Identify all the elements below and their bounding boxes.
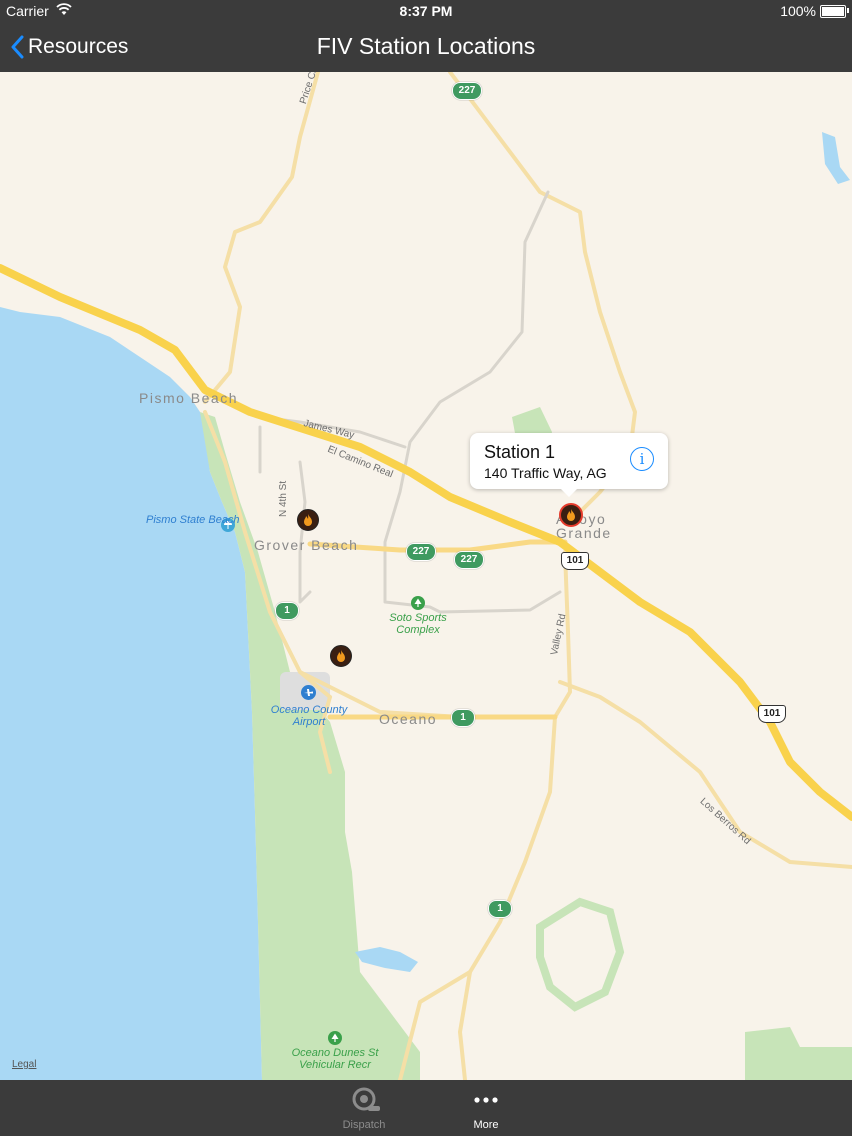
park-tree-icon	[411, 596, 425, 610]
flame-icon	[337, 650, 345, 662]
battery-percent: 100%	[780, 3, 816, 19]
fire-station-pin[interactable]	[297, 509, 319, 531]
route-shield-1: 1	[451, 709, 475, 727]
park-south	[536, 897, 625, 1012]
station-callout[interactable]: Station 1 140 Traffic Way, AG i	[470, 433, 668, 497]
town-label-oceano: Oceano	[379, 711, 438, 727]
tab-dispatch-label: Dispatch	[342, 1119, 386, 1131]
alarm-bell-icon	[352, 1087, 380, 1111]
map-base-layer	[0, 72, 852, 1080]
poi-label-oceano-dunes: Oceano Dunes St Vehicular Recr	[291, 1047, 379, 1071]
info-icon[interactable]: i	[630, 447, 654, 471]
route-shield-227: 227	[454, 551, 484, 569]
park-southeast	[745, 1027, 852, 1080]
status-bar: Carrier 8:37 PM 100%	[0, 0, 852, 22]
tab-bar: Dispatch More	[0, 1080, 852, 1136]
flame-icon	[567, 509, 575, 521]
street-label-n-4th-st: N 4th St	[278, 480, 289, 517]
fire-station-pin[interactable]	[330, 645, 352, 667]
route-shield-1: 1	[488, 900, 512, 918]
route-shield-101: 101	[561, 552, 589, 570]
flame-icon	[304, 514, 312, 526]
more-dots-icon	[474, 1097, 498, 1103]
battery-icon	[820, 5, 846, 18]
poi-label-pismo-state-beach: Pismo State Beach	[146, 514, 240, 526]
town-label-pismo-beach: Pismo Beach	[139, 390, 238, 406]
page-title: FIV Station Locations	[316, 33, 536, 59]
navigation-bar: Resources FIV Station Locations	[0, 22, 852, 72]
legal-link[interactable]: Legal	[12, 1059, 36, 1070]
route-shield-227: 227	[406, 543, 436, 561]
town-label-grover-beach: Grover Beach	[254, 537, 359, 553]
callout-title: Station 1	[484, 442, 556, 462]
route-shield-1: 1	[275, 602, 299, 620]
lake-north	[822, 132, 850, 184]
ocean	[0, 307, 262, 1080]
poi-label-oceano-county-airport: Oceano County Airport	[270, 704, 348, 728]
route-shield-101: 101	[758, 705, 786, 723]
lake-south	[355, 947, 418, 972]
tab-more[interactable]: More	[446, 1080, 526, 1136]
clock: 8:37 PM	[399, 3, 453, 19]
tab-more-label: More	[473, 1119, 499, 1131]
airplane-icon	[301, 685, 316, 700]
poi-label-soto-sports-complex: Soto Sports Complex	[389, 612, 447, 636]
park-tree-icon	[328, 1031, 342, 1045]
fire-station-pin-selected[interactable]	[559, 503, 583, 527]
tab-dispatch[interactable]: Dispatch	[324, 1080, 404, 1136]
route-shield-227: 227	[452, 82, 482, 100]
map-view[interactable]: Pismo Beach Grover Beach Arroyo Grande O…	[0, 72, 852, 1080]
callout-address: 140 Traffic Way, AG	[484, 465, 607, 481]
